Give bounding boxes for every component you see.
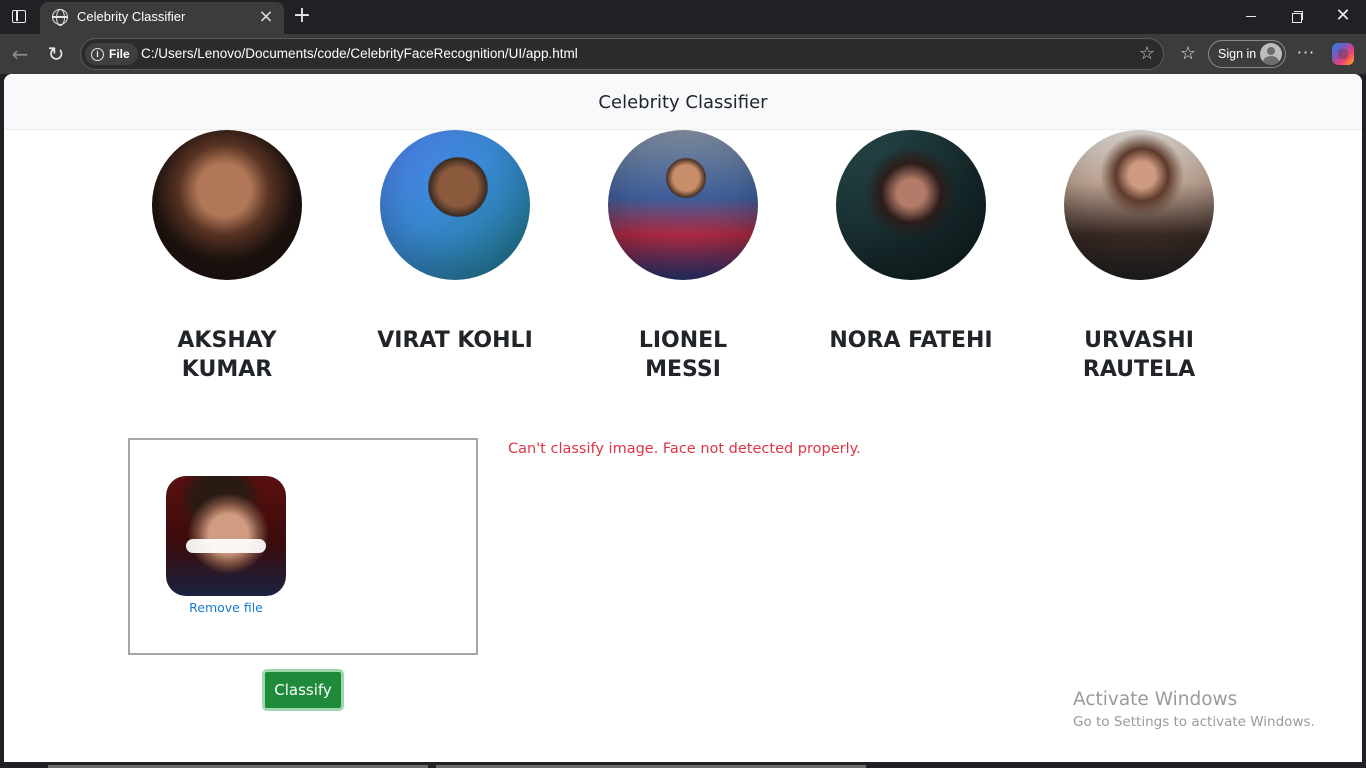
sign-in-button[interactable]: Sign in: [1208, 40, 1286, 68]
celebrity-name: VIRAT KOHLI: [377, 328, 533, 353]
error-message: Can't classify image. Face not detected …: [508, 441, 861, 457]
celebrity-name: URVASHI RAUTELA: [1082, 328, 1196, 382]
back-arrow-icon[interactable]: ←: [8, 42, 32, 66]
celebrity-photo: [1064, 130, 1214, 280]
window-close-icon[interactable]: ✕: [1333, 7, 1353, 26]
activate-windows-watermark: Activate Windows Go to Settings to activ…: [1073, 688, 1315, 732]
new-tab-icon[interactable]: +: [290, 4, 314, 28]
uploaded-image-thumbnail: [166, 476, 286, 596]
globe-icon: [52, 9, 68, 26]
profile-avatar-icon: [1260, 43, 1282, 65]
watermark-title: Activate Windows: [1073, 689, 1238, 710]
celebrity-name: AKSHAY KUMAR: [177, 328, 277, 382]
celebrity-photo: [152, 130, 302, 280]
url-text[interactable]: C:/Users/Lenovo/Documents/code/Celebrity…: [141, 46, 578, 61]
copilot-icon[interactable]: [1332, 43, 1354, 65]
tab-close-icon[interactable]: ×: [256, 7, 276, 27]
window-restore-icon[interactable]: [1287, 8, 1307, 26]
browser-tab[interactable]: Celebrity Classifier ×: [40, 2, 284, 34]
browser-tab-bar: Celebrity Classifier × + ✕: [0, 0, 1366, 34]
more-options-icon[interactable]: ···: [1294, 42, 1318, 66]
celebrity-name: LIONEL MESSI: [638, 328, 728, 382]
address-bar[interactable]: i File C:/Users/Lenovo/Documents/code/Ce…: [80, 38, 1164, 70]
page-viewport: Celebrity Classifier AKSHAY KUMAR VIRAT …: [4, 74, 1362, 762]
site-info-label: File: [109, 47, 130, 61]
navbar: Celebrity Classifier: [4, 74, 1362, 130]
celebrity-photo: [608, 130, 758, 280]
image-dropzone[interactable]: Remove file: [128, 438, 478, 655]
window-minimize-icon[interactable]: [1241, 8, 1261, 26]
taskbar-edge: [0, 762, 1366, 768]
navbar-brand[interactable]: Celebrity Classifier: [4, 92, 1362, 113]
classify-button[interactable]: Classify: [262, 669, 344, 711]
celebrity-name: NORA FATEHI: [829, 328, 993, 353]
site-info-chip[interactable]: i File: [85, 43, 138, 65]
favorite-star-icon[interactable]: ☆: [1139, 43, 1155, 65]
browser-toolbar: ← ↻ i File C:/Users/Lenovo/Documents/cod…: [0, 34, 1366, 74]
upload-progress-bar: [186, 539, 266, 553]
info-icon: i: [91, 47, 104, 61]
favorites-icon[interactable]: ☆: [1176, 42, 1200, 66]
tab-title: Celebrity Classifier: [77, 9, 186, 24]
sign-in-label: Sign in: [1218, 47, 1257, 61]
remove-file-link[interactable]: Remove file: [166, 600, 286, 615]
celebrity-photo: [836, 130, 986, 280]
watermark-subtitle: Go to Settings to activate Windows.: [1073, 714, 1315, 730]
tab-actions-icon[interactable]: [10, 8, 28, 26]
reload-icon[interactable]: ↻: [44, 42, 68, 66]
celebrity-photo: [380, 130, 530, 280]
